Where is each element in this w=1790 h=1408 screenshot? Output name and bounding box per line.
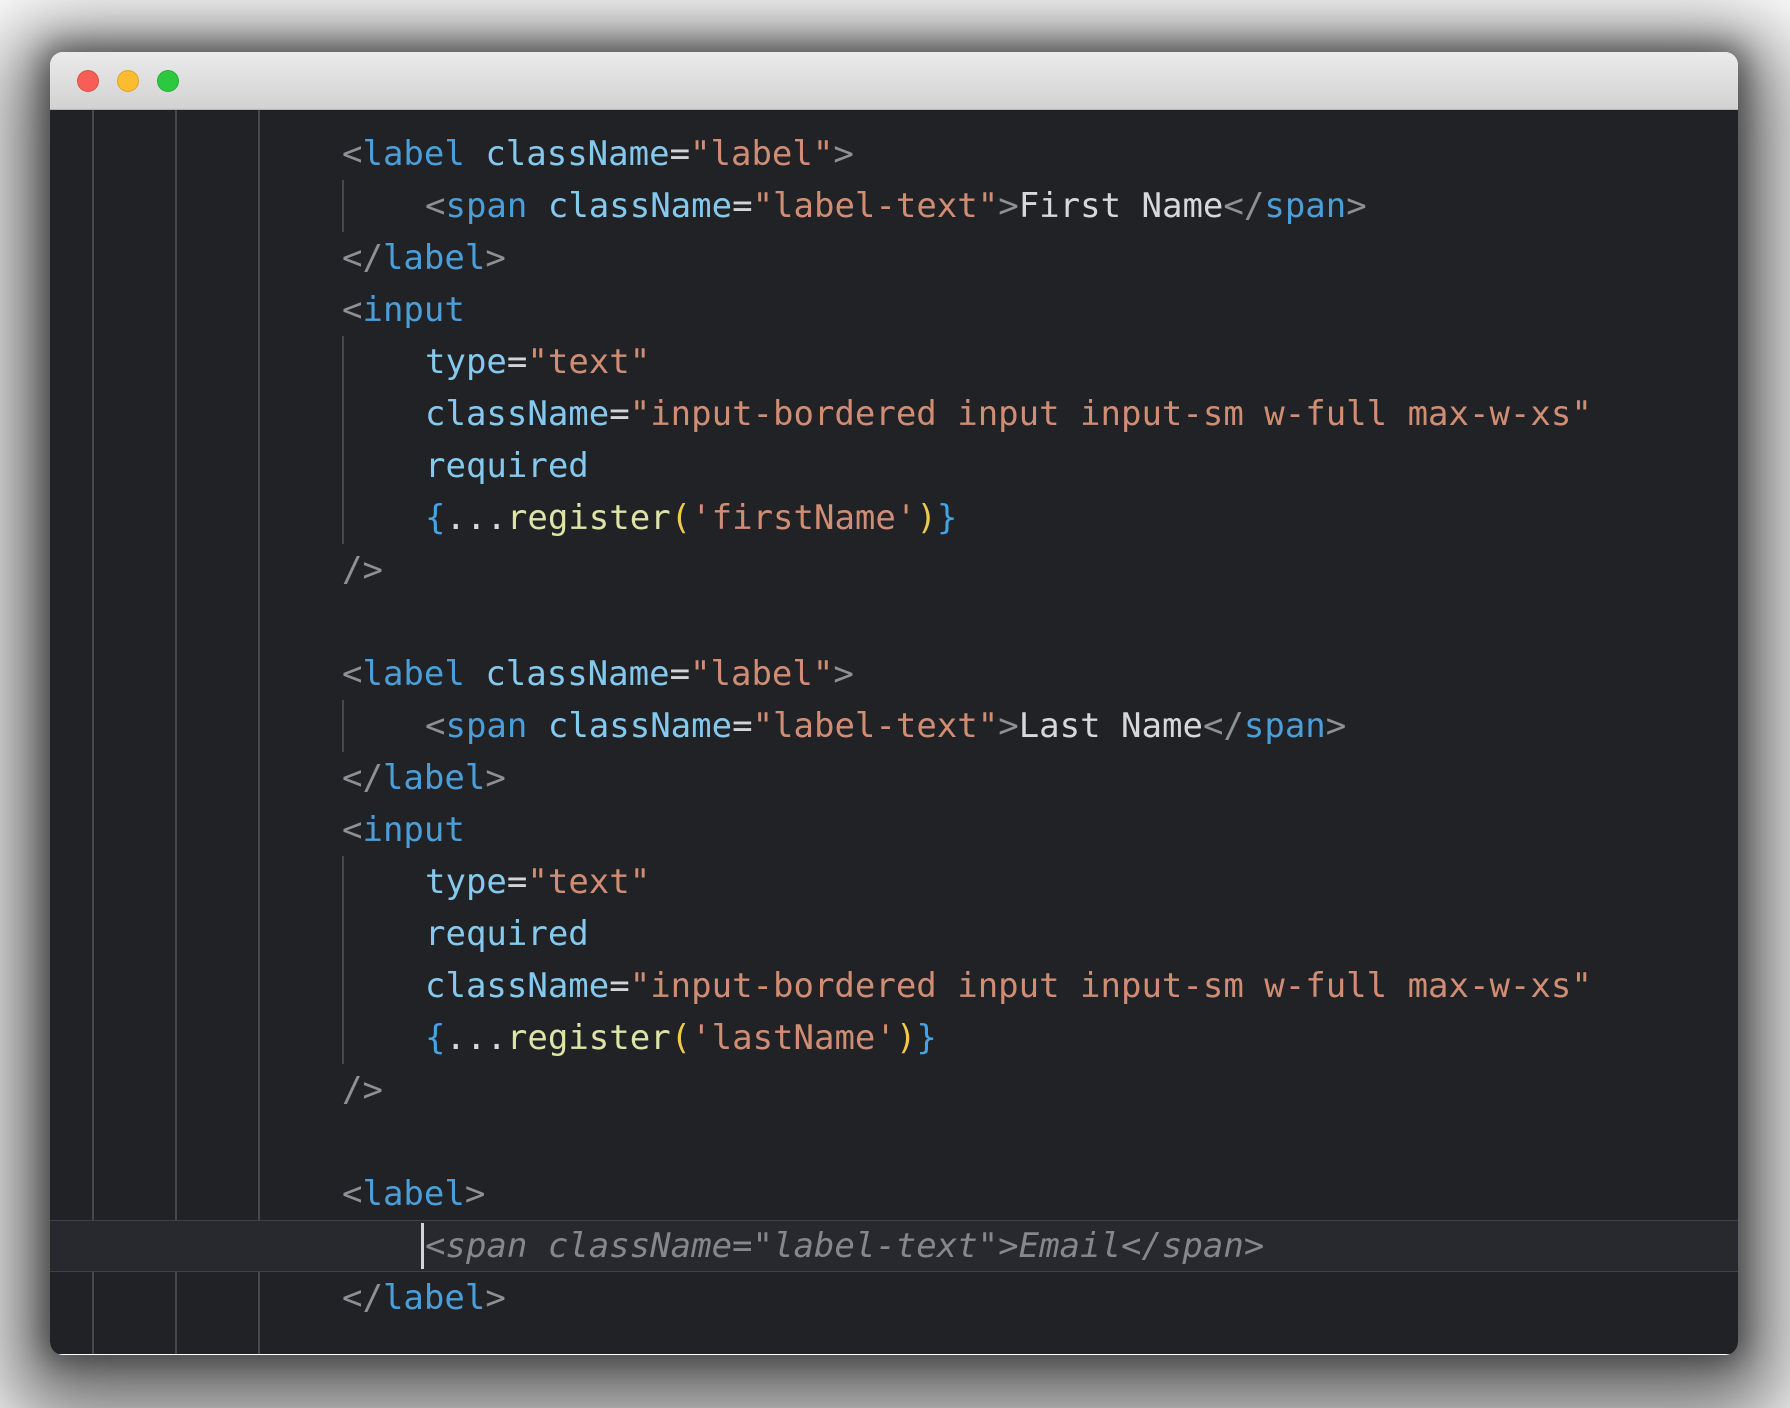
blank-line xyxy=(50,596,1738,648)
code-line: type="text" xyxy=(50,856,1738,908)
code-line: className="input-bordered input input-sm… xyxy=(50,960,1738,1012)
minimize-button[interactable] xyxy=(117,70,139,92)
code-line: className="input-bordered input input-sm… xyxy=(50,388,1738,440)
code-line: /> xyxy=(50,1064,1738,1116)
traffic-lights xyxy=(77,70,179,92)
code-editor[interactable]: <label className="label"><span className… xyxy=(50,110,1738,1354)
code-line: {...register('firstName')} xyxy=(50,492,1738,544)
code-editor-window: <label className="label"><span className… xyxy=(50,52,1738,1355)
zoom-button[interactable] xyxy=(157,70,179,92)
code-line: <label className="label"> xyxy=(50,648,1738,700)
text-cursor xyxy=(421,1223,424,1269)
close-button[interactable] xyxy=(77,70,99,92)
ghost-suggestion-line: <span className="label-text">Email</span… xyxy=(50,1220,1738,1272)
code-line: <input xyxy=(50,284,1738,336)
code-line: required xyxy=(50,908,1738,960)
code-line: <label className="label"> xyxy=(50,128,1738,180)
code-line: </label> xyxy=(50,752,1738,804)
code-line: <span className="label-text">First Name<… xyxy=(50,180,1738,232)
code-line: <span className="label-text">Last Name</… xyxy=(50,700,1738,752)
code-line: required xyxy=(50,440,1738,492)
code-line: <label> xyxy=(50,1168,1738,1220)
window-titlebar[interactable] xyxy=(50,52,1738,110)
code-line: /> xyxy=(50,544,1738,596)
code-line: </label> xyxy=(50,1272,1738,1324)
code-line: </label> xyxy=(50,232,1738,284)
page-background: <label className="label"><span className… xyxy=(0,0,1790,1408)
blank-line xyxy=(50,1116,1738,1168)
code-line: {...register('lastName')} xyxy=(50,1012,1738,1064)
code-line: type="text" xyxy=(50,336,1738,388)
code-line: <input xyxy=(50,804,1738,856)
